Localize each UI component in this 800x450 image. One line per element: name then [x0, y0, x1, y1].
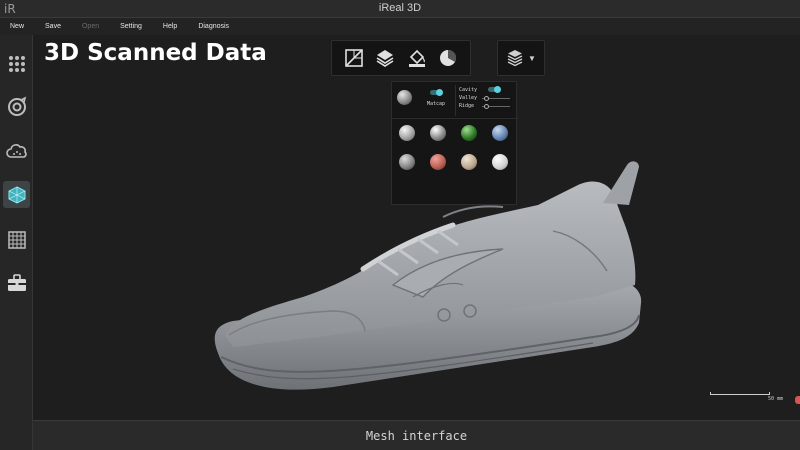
stacked-cube-icon	[507, 50, 523, 67]
shading-sphere-icon	[440, 49, 457, 66]
sidebar-item-turntable[interactable]	[3, 93, 30, 120]
sidebar-item-point-cloud[interactable]	[3, 138, 30, 165]
sidebar-item-mesh[interactable]	[3, 181, 30, 208]
scale-label: 50 mm	[768, 396, 784, 402]
matcap-panel: Matcap Cavity Valley Ridge	[391, 81, 518, 205]
matcap-swatch[interactable]	[399, 125, 415, 141]
cavity-label: Cavity	[459, 87, 478, 93]
paint-bucket-icon	[408, 49, 425, 67]
cloud-icon	[5, 143, 27, 158]
matcap-toggle[interactable]	[430, 89, 443, 96]
sidebar-item-tools[interactable]	[3, 269, 30, 296]
menu-bar: New Save Open Setting Help Diagnosis	[0, 18, 800, 35]
matcap-swatch[interactable]	[492, 154, 508, 170]
section-plane-icon	[344, 49, 363, 67]
left-toolbar	[0, 35, 33, 450]
sidebar-item-scan-mode[interactable]	[3, 50, 30, 77]
menu-new[interactable]: New	[10, 23, 24, 30]
paint-bucket-button[interactable]	[406, 47, 428, 69]
valley-slider[interactable]	[482, 96, 510, 101]
display-mode-dropdown[interactable]: ▼	[497, 40, 545, 76]
mesh-cube-icon	[8, 185, 25, 204]
matcap-swatch[interactable]	[461, 154, 477, 170]
matcap-swatch[interactable]	[399, 154, 415, 170]
toolbox-icon	[7, 273, 26, 291]
matcap-controls: Matcap Cavity Valley Ridge	[392, 82, 518, 119]
menu-help[interactable]: Help	[163, 23, 177, 30]
layers-icon	[376, 50, 394, 67]
cavity-toggle[interactable]	[488, 86, 501, 93]
status-text: Mesh interface	[365, 428, 468, 443]
sidebar-item-texture[interactable]	[3, 226, 30, 253]
menu-setting[interactable]: Setting	[120, 23, 142, 30]
menu-diagnosis[interactable]: Diagnosis	[198, 23, 229, 30]
app-window: iR iReal 3D New Save Open Setting Help D…	[0, 0, 800, 450]
window-title: iReal 3D	[378, 2, 422, 14]
matcap-swatch[interactable]	[430, 125, 446, 141]
ridge-slider[interactable]	[482, 104, 510, 109]
panel-divider	[455, 85, 456, 116]
grid-dots-icon	[8, 55, 25, 72]
caption-title: 3D Scanned Data	[44, 40, 267, 66]
shading-button[interactable]	[437, 47, 459, 69]
matcap-swatch[interactable]	[461, 125, 477, 141]
matcap-label: Matcap	[427, 101, 446, 107]
matcap-swatch[interactable]	[492, 125, 508, 141]
axis-indicator	[795, 396, 800, 404]
current-matcap-preview[interactable]	[397, 90, 412, 105]
layers-button[interactable]	[374, 47, 396, 69]
chevron-down-icon: ▼	[528, 53, 536, 63]
scale-bar	[710, 392, 770, 395]
ridge-label: Ridge	[459, 103, 475, 109]
valley-label: Valley	[459, 95, 478, 101]
matcap-swatch[interactable]	[430, 154, 446, 170]
menu-save[interactable]: Save	[45, 23, 61, 30]
view-toolbar	[331, 40, 471, 76]
menu-open[interactable]: Open	[82, 23, 99, 30]
title-bar: iR iReal 3D	[0, 0, 800, 18]
texture-grid-icon	[7, 230, 26, 249]
3d-viewport[interactable]: 3D Scanned Data ▼ Matcap Cavity Valley R…	[33, 35, 800, 420]
status-bar: Mesh interface	[33, 420, 800, 450]
section-plane-button[interactable]	[343, 47, 365, 69]
turntable-scan-icon	[7, 96, 26, 116]
